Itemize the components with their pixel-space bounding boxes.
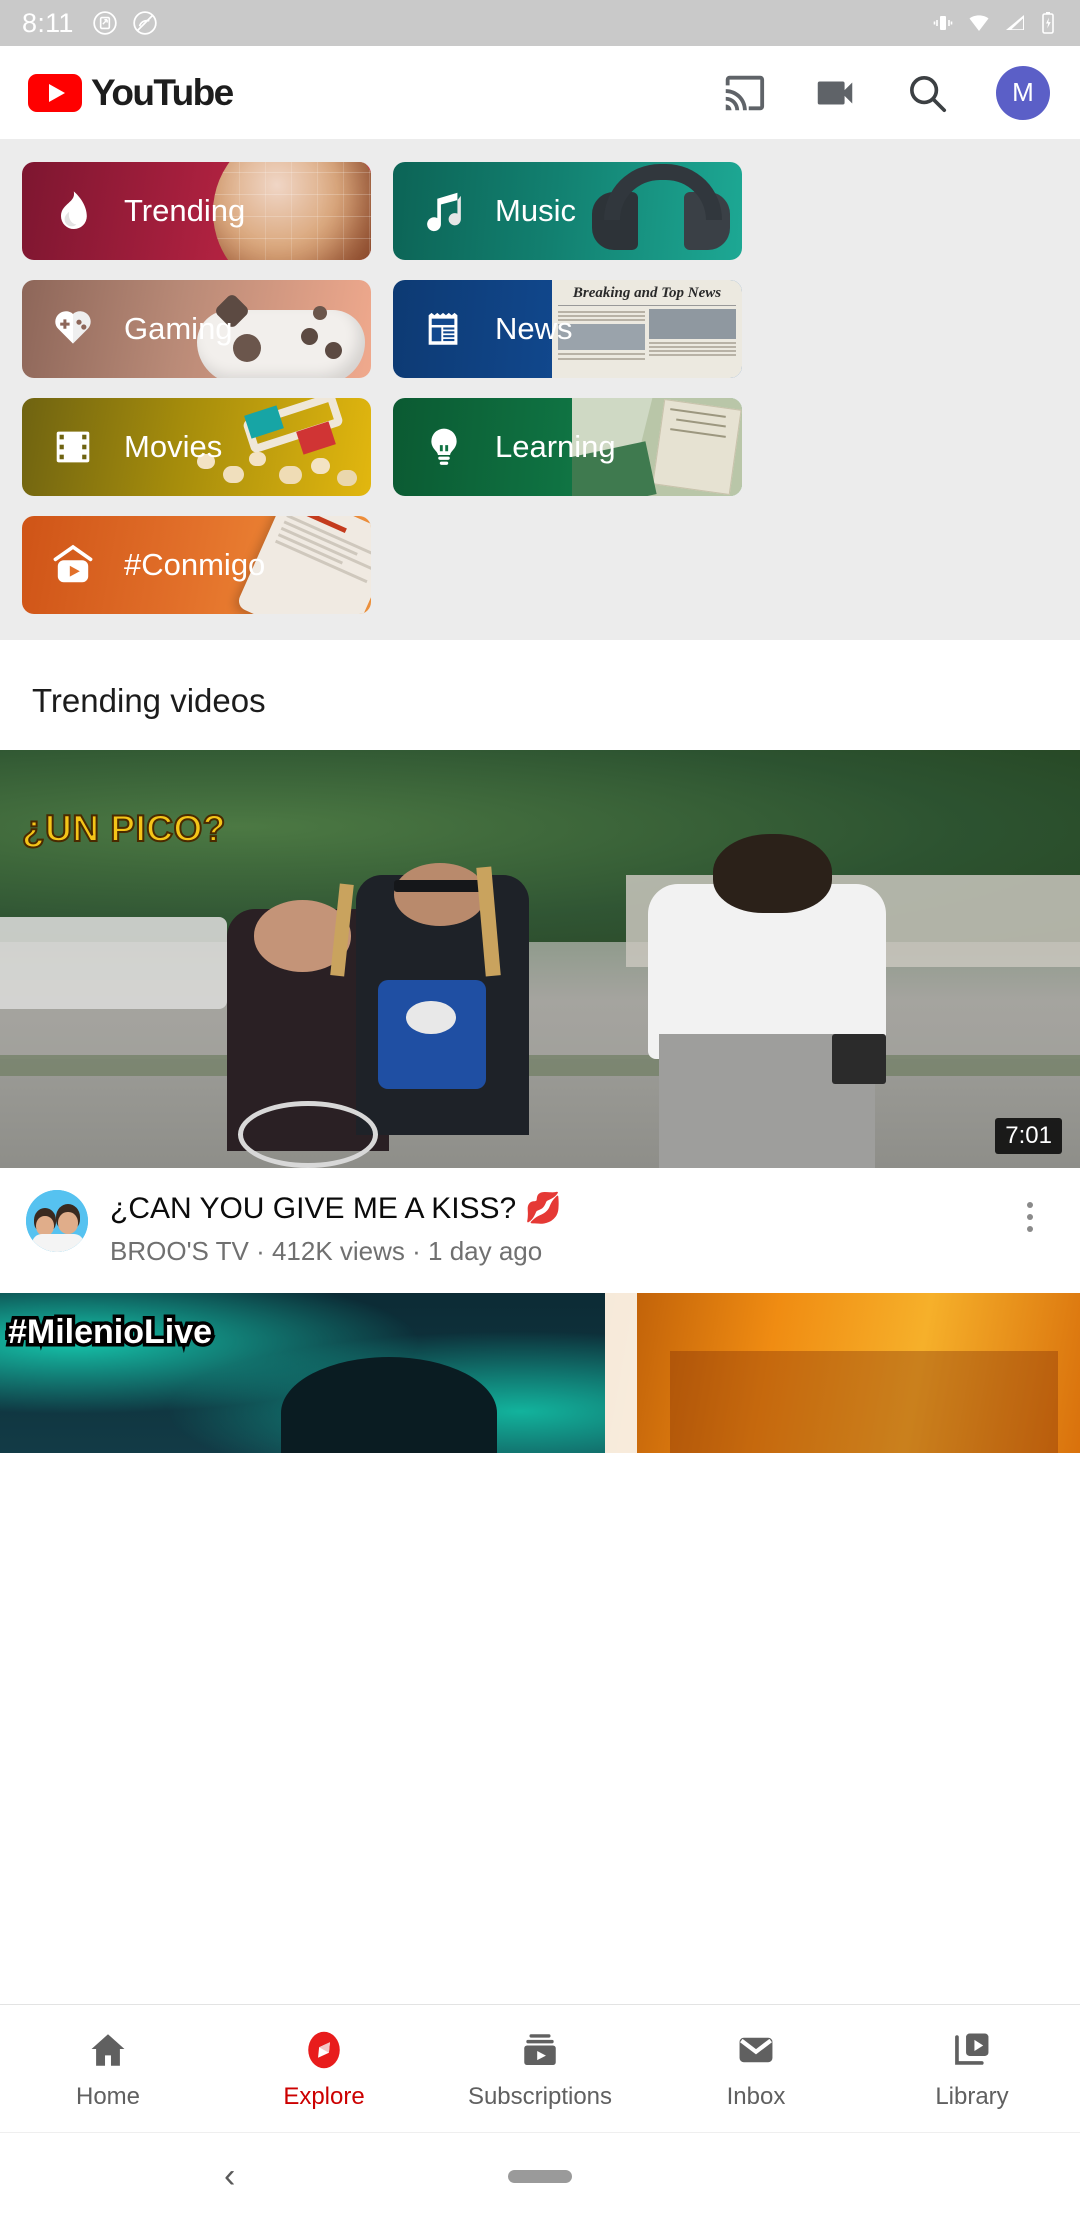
avatar[interactable]: M	[996, 65, 1050, 120]
home-icon	[87, 2027, 129, 2073]
search-icon	[910, 75, 947, 112]
thumbnail-overlay-text: #MilenioLive	[4, 1310, 215, 1355]
no-sync-icon	[133, 11, 157, 35]
thumbnail-overlay-text: ¿UN PICO?	[21, 807, 226, 850]
category-label: News	[495, 311, 573, 346]
more-vertical-icon[interactable]	[1006, 1190, 1054, 1232]
category-card-conmigo[interactable]: #Conmigo	[22, 516, 371, 614]
category-label: Gaming	[124, 311, 233, 346]
video-duration-badge: 7:01	[995, 1118, 1062, 1154]
nav-item-subscriptions[interactable]: Subscriptions	[432, 2027, 648, 2111]
cast-icon	[725, 75, 765, 110]
nav-item-explore[interactable]: Explore	[216, 2027, 432, 2111]
nav-item-library[interactable]: Library	[864, 2027, 1080, 2111]
subscriptions-icon	[519, 2027, 561, 2073]
content-spacer	[0, 1453, 1080, 2004]
nav-label: Inbox	[726, 2082, 786, 2110]
header-actions: M	[720, 65, 1054, 120]
category-grid: Trending Music Gaming Breaking and Top N…	[0, 140, 1080, 640]
category-label: Learning	[495, 429, 616, 464]
category-row: Movies Learning	[22, 398, 1058, 496]
video-card-partial[interactable]: #MilenioLive	[0, 1293, 1080, 1454]
status-bar-time: 8:11	[22, 7, 74, 38]
music-note-icon	[419, 186, 469, 236]
mail-icon	[735, 2027, 777, 2073]
category-card-learning[interactable]: Learning	[393, 398, 742, 496]
home-pill-button[interactable]	[508, 2170, 572, 2183]
youtube-logo[interactable]: YouTube	[28, 71, 234, 114]
category-card-gaming[interactable]: Gaming	[22, 280, 371, 378]
flame-icon	[48, 186, 98, 236]
category-label: Music	[495, 193, 576, 228]
signal-icon	[1006, 15, 1024, 30]
film-strip-icon	[48, 422, 98, 472]
nav-label: Explore	[283, 2082, 365, 2110]
category-label: Trending	[124, 193, 246, 228]
nav-label: Library	[935, 2082, 1009, 2110]
home-play-icon	[48, 540, 98, 590]
category-card-music[interactable]: Music	[393, 162, 742, 260]
cast-button[interactable]	[720, 70, 766, 116]
search-button[interactable]	[904, 70, 950, 116]
newspaper-icon	[419, 304, 469, 354]
bottom-navigation: Home Explore Subscriptions Inbox Library	[0, 2004, 1080, 2132]
nav-label: Home	[75, 2082, 141, 2110]
camera-icon	[817, 81, 853, 104]
system-navigation-bar: ‹	[0, 2132, 1080, 2220]
category-row: Gaming Breaking and Top News News	[22, 280, 1058, 378]
channel-avatar[interactable]	[26, 1190, 88, 1252]
create-video-button[interactable]	[812, 70, 858, 116]
video-meta-row: ¿CAN YOU GIVE ME A KISS? 💋 BROO'S TV · 4…	[0, 1168, 1080, 1293]
video-card[interactable]: ¿UN PICO? 7:01 ¿CAN YOU GIVE ME A KISS? …	[0, 750, 1080, 1294]
page-title: Trending videos	[32, 682, 266, 719]
video-thumbnail-milenio[interactable]: #MilenioLive	[0, 1293, 1080, 1454]
battery-charging-icon	[1042, 12, 1054, 34]
wifi-icon	[969, 15, 989, 31]
status-bar: 8:11	[0, 0, 1080, 46]
library-icon	[951, 2027, 993, 2073]
nav-label: Subscriptions	[467, 2082, 613, 2110]
category-label: Movies	[124, 429, 223, 464]
youtube-play-badge-icon	[28, 73, 82, 112]
app-header: YouTube M	[0, 46, 1080, 140]
category-card-trending[interactable]: Trending	[22, 162, 371, 260]
screenshot-icon	[93, 11, 117, 35]
category-card-news[interactable]: Breaking and Top News News	[393, 280, 742, 378]
category-card-movies[interactable]: Movies	[22, 398, 371, 496]
youtube-app-screen: 8:11 YouTube M Trending Music Gaming Bre…	[0, 0, 1080, 2220]
status-bar-left-icons	[92, 10, 158, 36]
video-meta-text: ¿CAN YOU GIVE ME A KISS? 💋 BROO'S TV · 4…	[110, 1190, 984, 1267]
back-button[interactable]: ‹	[224, 2157, 235, 2196]
category-label: #Conmigo	[124, 547, 266, 582]
video-subtitle: BROO'S TV · 412K views · 1 day ago	[110, 1236, 543, 1267]
category-row: #Conmigo	[22, 516, 1058, 614]
status-bar-right-icons	[931, 11, 1058, 35]
category-row: Trending Music	[22, 162, 1058, 260]
compass-icon	[303, 2027, 345, 2073]
video-thumbnail[interactable]: ¿UN PICO? 7:01	[0, 750, 1080, 1168]
nav-item-home[interactable]: Home	[0, 2027, 216, 2111]
brand-name: YouTube	[91, 71, 234, 113]
lightbulb-icon	[419, 422, 469, 472]
gamepad-icon	[48, 304, 98, 354]
trending-videos-section-header: Trending videos	[0, 640, 1080, 750]
vibrate-icon	[933, 16, 953, 30]
video-title: ¿CAN YOU GIVE ME A KISS? 💋	[110, 1192, 562, 1225]
nav-item-inbox[interactable]: Inbox	[648, 2027, 864, 2111]
